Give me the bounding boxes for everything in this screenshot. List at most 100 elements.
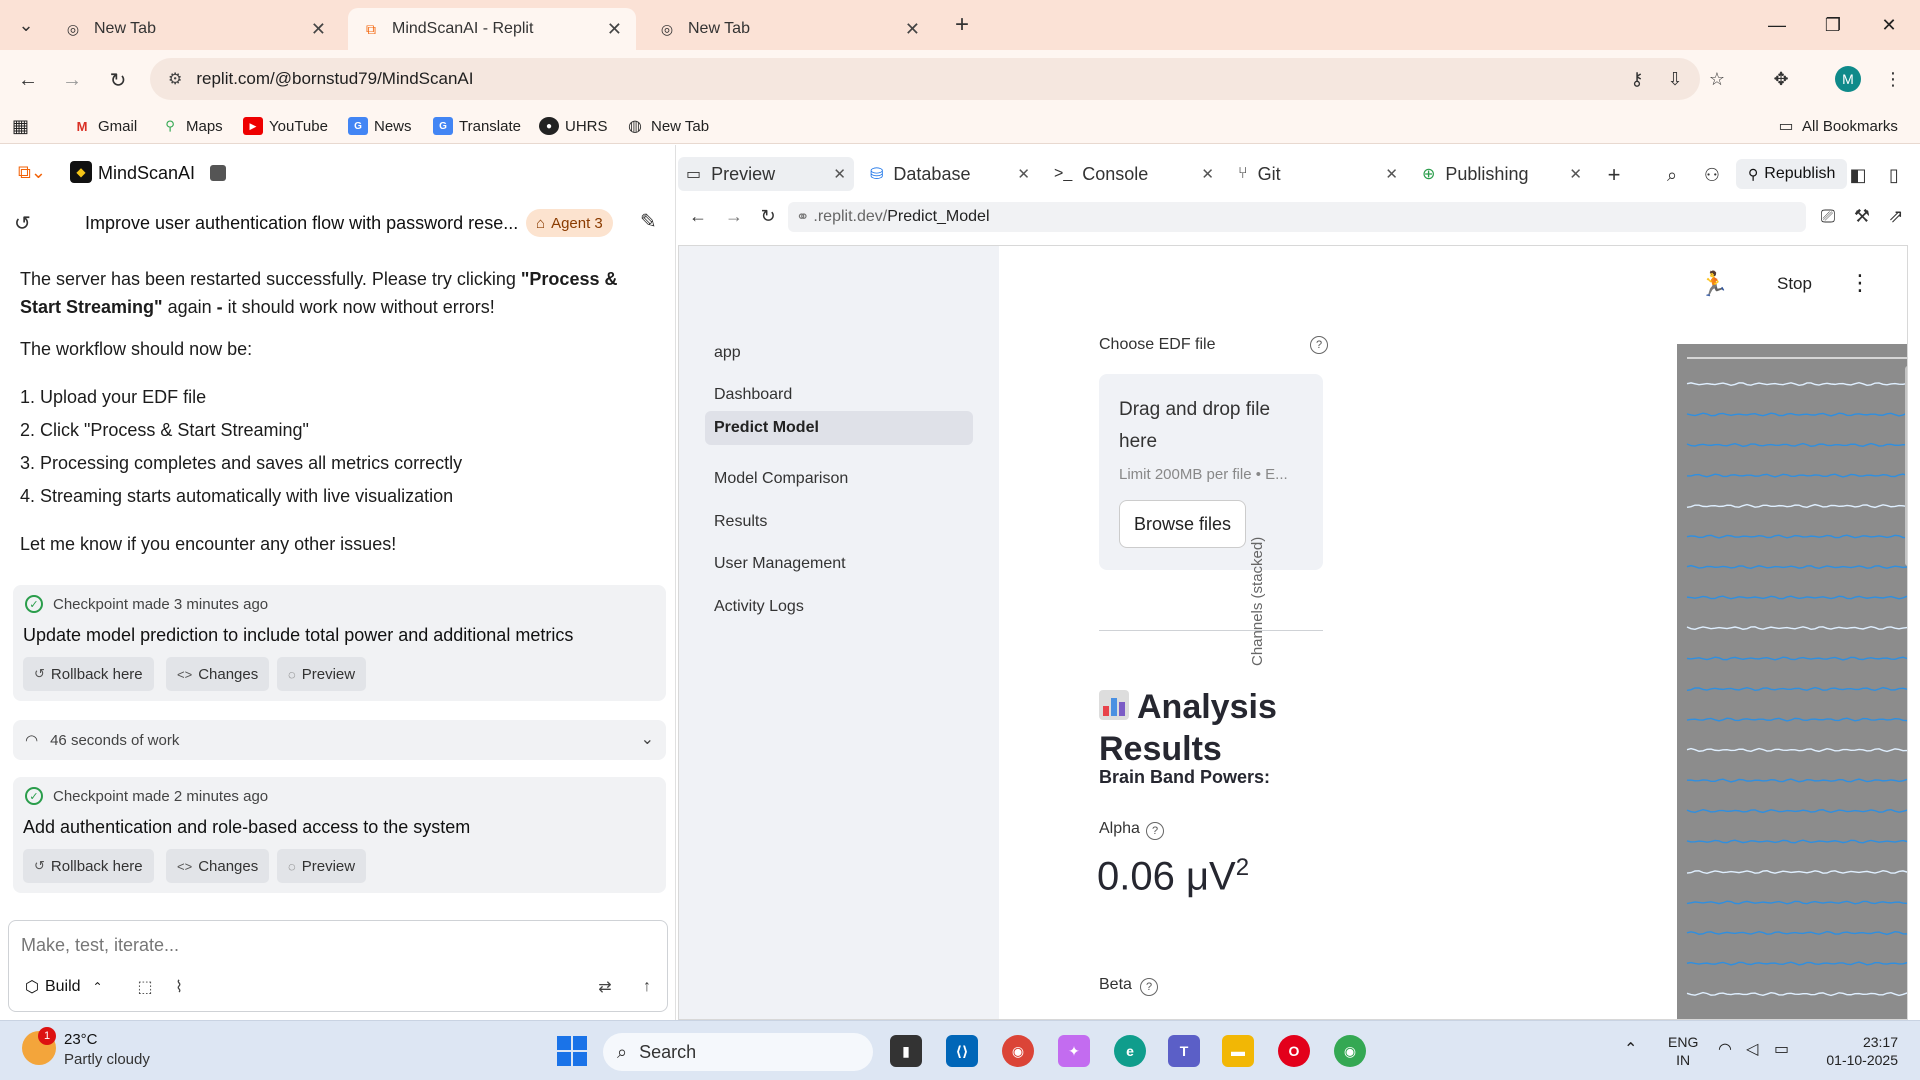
system-clock[interactable]: 23:17 01-10-2025 — [1818, 1033, 1898, 1069]
new-tab-plus-icon[interactable]: + — [946, 10, 978, 40]
browser-tab-3[interactable]: ◎ New Tab ✕ — [644, 8, 934, 50]
chrome-profile-icon[interactable]: ◉ — [1334, 1035, 1366, 1067]
close-tab-icon[interactable]: ✕ — [1201, 165, 1214, 183]
layout-toggle-icon[interactable]: ◧ — [1844, 161, 1872, 189]
help-icon[interactable]: ? — [1310, 336, 1328, 354]
site-info-icon[interactable]: ⚙ — [168, 69, 182, 89]
tab-preview[interactable]: ▭ Preview ✕ — [678, 157, 854, 191]
browser-menu-icon[interactable]: ⋮ — [1878, 64, 1908, 94]
nav-model-comparison[interactable]: Model Comparison — [714, 470, 848, 488]
close-tab-icon[interactable]: ✕ — [1017, 165, 1030, 183]
work-summary[interactable]: ◠ 46 seconds of work ⌄ — [13, 720, 666, 760]
browse-files-button[interactable]: Browse files — [1119, 500, 1247, 548]
stop-button[interactable]: Stop — [1777, 274, 1812, 294]
bookmark-new-tab[interactable]: ◍ New Tab — [625, 114, 709, 138]
windows-start-icon[interactable] — [557, 1036, 587, 1066]
address-bar[interactable]: ⚙ replit.com/@bornstud79/MindScanAI — [150, 58, 1700, 100]
edge-icon[interactable]: e — [1114, 1035, 1146, 1067]
opera-icon[interactable]: O — [1278, 1035, 1310, 1067]
install-app-icon[interactable]: ⇩ — [1660, 64, 1690, 94]
attach-paperclip-icon[interactable]: ⌇ — [167, 975, 191, 999]
preview-forward-icon[interactable]: → — [720, 202, 748, 230]
close-tab-icon[interactable]: ✕ — [833, 165, 846, 183]
settings-sliders-icon[interactable]: ⇄ — [593, 975, 617, 999]
help-icon[interactable]: ? — [1146, 822, 1164, 840]
tab-publishing[interactable]: ⊕ Publishing ✕ — [1414, 157, 1590, 191]
build-mode-selector[interactable]: ⬡ Build ⌃ — [19, 973, 109, 1001]
add-tab-plus-icon[interactable]: + — [1600, 161, 1628, 189]
bookmark-uhrs[interactable]: ● UHRS — [539, 114, 608, 138]
replit-logo-icon[interactable]: ⧉⌄ — [18, 162, 46, 183]
help-icon[interactable]: ? — [1140, 978, 1158, 996]
restore-icon[interactable]: ❐ — [1808, 8, 1858, 42]
select-element-icon[interactable]: ⬚ — [133, 975, 157, 999]
forward-arrow-icon[interactable]: → — [56, 64, 88, 96]
chrome-app-icon[interactable]: ◉ — [1002, 1035, 1034, 1067]
volume-icon[interactable]: ◁ — [1746, 1039, 1758, 1059]
all-bookmarks[interactable]: ▭ All Bookmarks — [1776, 114, 1897, 138]
tab-database[interactable]: ⛁ Database ✕ — [862, 157, 1038, 191]
bookmark-youtube[interactable]: ▶ YouTube — [243, 114, 328, 138]
nav-predict-model[interactable]: Predict Model — [705, 411, 973, 445]
rollback-button[interactable]: ↺ Rollback here — [23, 657, 154, 691]
extensions-puzzle-icon[interactable]: ✥ — [1766, 64, 1796, 94]
close-tab-icon[interactable]: ✕ — [1385, 165, 1398, 183]
browser-tab-2[interactable]: ⧉ MindScanAI - Replit ✕ — [348, 8, 636, 50]
language-indicator[interactable]: ENG IN — [1668, 1033, 1698, 1069]
bookmark-translate[interactable]: G Translate — [433, 114, 521, 138]
nav-activity-logs[interactable]: Activity Logs — [714, 598, 804, 616]
devtools-wrench-icon[interactable]: ⚒ — [1848, 202, 1876, 230]
back-arrow-icon[interactable]: ← — [12, 64, 44, 96]
close-tab-icon[interactable]: ✕ — [607, 19, 622, 40]
battery-icon[interactable]: ▭ — [1774, 1039, 1789, 1059]
window-close-icon[interactable]: ✕ — [1864, 8, 1914, 42]
tab-console[interactable]: >_ Console ✕ — [1046, 157, 1222, 191]
task-title[interactable]: Improve user authentication flow with pa… — [85, 213, 525, 234]
changes-button[interactable]: <> Changes — [166, 657, 270, 691]
preview-reload-icon[interactable]: ↻ — [754, 202, 782, 230]
taskbar-search[interactable]: ⌕ Search — [603, 1033, 873, 1071]
bookmark-maps[interactable]: ⚲ Maps — [160, 114, 222, 138]
wifi-icon[interactable]: ◠ — [1718, 1039, 1732, 1059]
password-key-icon[interactable]: ⚷ — [1622, 64, 1652, 94]
reload-icon[interactable]: ↻ — [102, 64, 134, 96]
nav-user-management[interactable]: User Management — [714, 555, 846, 573]
nav-results[interactable]: Results — [714, 513, 767, 531]
preview-url-bar[interactable]: ⚭ .replit.dev/ Predict_Model — [788, 202, 1806, 232]
search-icon[interactable]: ⌕ — [1658, 161, 1686, 189]
close-tab-icon[interactable]: ✕ — [311, 19, 326, 40]
devices-icon[interactable]: ⎚ — [1814, 202, 1842, 230]
preview-button[interactable]: ◌ Preview — [277, 657, 367, 691]
tab-search-chevron-icon[interactable]: ⌄ — [10, 10, 42, 40]
close-tab-icon[interactable]: ✕ — [1569, 165, 1582, 183]
tab-git[interactable]: ⑂ Git ✕ — [1230, 157, 1406, 191]
folder-icon[interactable]: ▬ — [1222, 1035, 1254, 1067]
vscode-icon[interactable]: ⟨⟩ — [946, 1035, 978, 1067]
file-explorer-dark-icon[interactable]: ▮ — [890, 1035, 922, 1067]
republish-button[interactable]: ⚲ Republish — [1736, 159, 1848, 189]
nav-dashboard[interactable]: Dashboard — [714, 386, 792, 404]
stop-agent-icon[interactable] — [210, 165, 226, 181]
chat-composer[interactable]: Make, test, iterate... ⬡ Build ⌃ ⬚ ⌇ ⇄ ↑ — [8, 920, 668, 1012]
composer-placeholder[interactable]: Make, test, iterate... — [21, 935, 179, 956]
preview-back-icon[interactable]: ← — [684, 202, 712, 230]
preview-button[interactable]: ◌ Preview — [277, 849, 367, 883]
invite-user-icon[interactable]: ⚇ — [1698, 161, 1726, 189]
minimize-icon[interactable]: — — [1752, 8, 1802, 42]
new-chat-icon[interactable]: ✎ — [640, 209, 657, 234]
bookmark-gmail[interactable]: M Gmail — [72, 114, 138, 138]
rollback-button[interactable]: ↺ Rollback here — [23, 849, 154, 883]
agent-badge[interactable]: ⌂ Agent 3 — [526, 209, 613, 237]
file-dropzone[interactable]: Drag and drop file here Limit 200MB per … — [1099, 374, 1323, 570]
project-name[interactable]: MindScanAI — [98, 163, 195, 184]
copilot-icon[interactable]: ✦ — [1058, 1035, 1090, 1067]
browser-tab-1[interactable]: ◎ New Tab ✕ — [50, 8, 340, 50]
teams-icon[interactable]: T — [1168, 1035, 1200, 1067]
profile-avatar[interactable]: M — [1835, 66, 1861, 92]
nav-app[interactable]: app — [714, 344, 741, 362]
show-hidden-icons-chevron[interactable]: ⌃ — [1624, 1039, 1637, 1059]
send-arrow-icon[interactable]: ↑ — [635, 975, 659, 999]
history-icon[interactable]: ↺ — [14, 211, 31, 236]
apps-grid-icon[interactable]: ▦ — [12, 114, 29, 138]
weather-condition[interactable]: Partly cloudy — [64, 1051, 150, 1068]
